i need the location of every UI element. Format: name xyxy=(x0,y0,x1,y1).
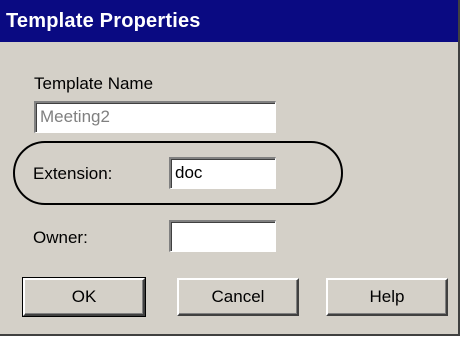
extension-field[interactable]: doc xyxy=(169,157,276,189)
owner-label: Owner: xyxy=(33,228,88,247)
template-properties-dialog: Template Properties Template Name Meetin… xyxy=(0,0,460,336)
template-name-label: Template Name xyxy=(34,74,154,93)
ok-button[interactable]: OK xyxy=(22,277,146,317)
owner-field[interactable] xyxy=(169,220,276,252)
help-button[interactable]: Help xyxy=(326,278,448,316)
extension-label: Extension: xyxy=(33,164,113,183)
dialog-title: Template Properties xyxy=(0,0,458,42)
template-name-field: Meeting2 xyxy=(34,101,276,133)
cancel-button[interactable]: Cancel xyxy=(177,278,299,316)
